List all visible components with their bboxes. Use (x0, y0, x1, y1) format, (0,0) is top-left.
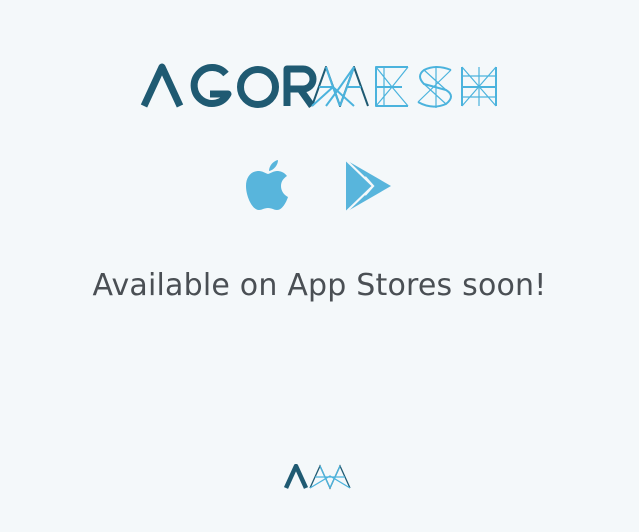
apple-icon (246, 160, 288, 210)
google-play-store-link[interactable] (343, 158, 393, 214)
agormesh-monogram-icon (284, 464, 351, 490)
agormesh-logo (140, 63, 497, 109)
availability-message: Available on App Stores soon! (92, 268, 547, 303)
app-landing-screen: Available on App Stores soon! (0, 0, 639, 532)
google-play-icon (345, 159, 391, 213)
app-store-links (0, 158, 639, 216)
apple-app-store-link[interactable] (244, 158, 292, 214)
